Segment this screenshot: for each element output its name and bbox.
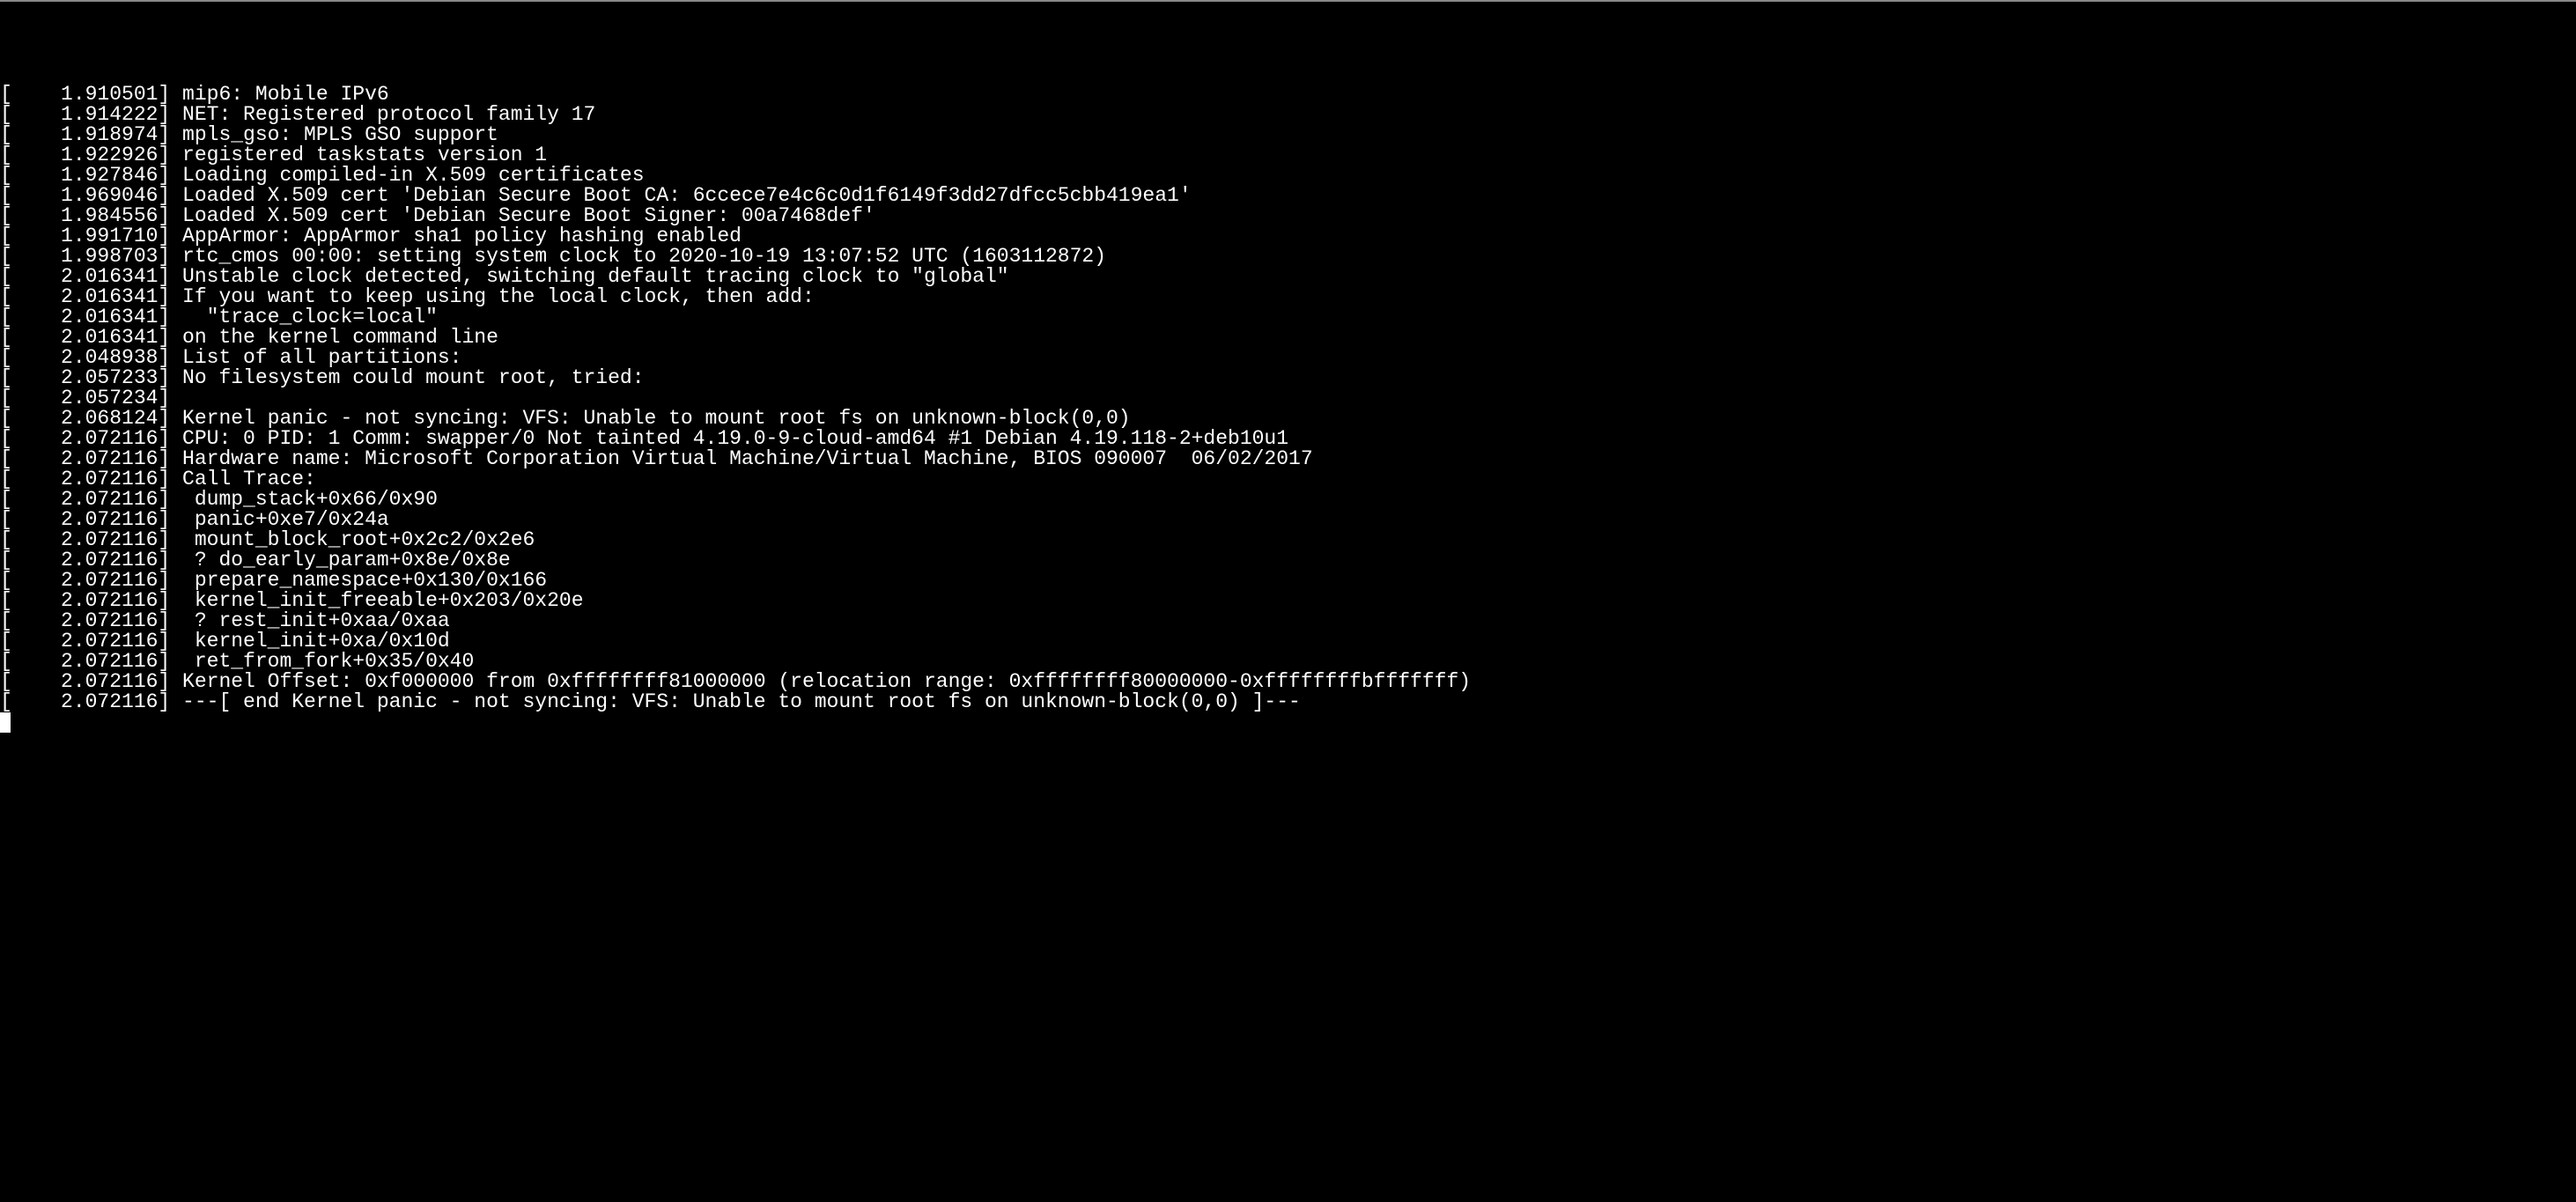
boot-console: [ 1.910501] mip6: Mobile IPv6[ 1.914222]… <box>0 83 2576 733</box>
dmesg-line: [ 2.072116] panic+0xe7/0x24a <box>0 510 2576 530</box>
dmesg-line: [ 2.072116] kernel_init_freeable+0x203/0… <box>0 591 2576 611</box>
dmesg-line: [ 1.914222] NET: Registered protocol fam… <box>0 105 2576 125</box>
dmesg-line: [ 2.072116] prepare_namespace+0x130/0x16… <box>0 571 2576 591</box>
dmesg-line: [ 2.072116] Hardware name: Microsoft Cor… <box>0 449 2576 469</box>
dmesg-line: [ 1.984556] Loaded X.509 cert 'Debian Se… <box>0 206 2576 226</box>
dmesg-line: [ 2.068124] Kernel panic - not syncing: … <box>0 409 2576 429</box>
dmesg-line: [ 1.969046] Loaded X.509 cert 'Debian Se… <box>0 186 2576 206</box>
dmesg-line: [ 1.918974] mpls_gso: MPLS GSO support <box>0 125 2576 145</box>
dmesg-line: [ 2.016341] If you want to keep using th… <box>0 287 2576 307</box>
cursor-line <box>0 712 2576 733</box>
dmesg-line: [ 2.072116] ? rest_init+0xaa/0xaa <box>0 611 2576 631</box>
dmesg-line: [ 2.016341] on the kernel command line <box>0 328 2576 348</box>
dmesg-line: [ 2.016341] "trace_clock=local" <box>0 307 2576 328</box>
dmesg-line: [ 2.072116] kernel_init+0xa/0x10d <box>0 631 2576 652</box>
dmesg-line: [ 2.057233] No filesystem could mount ro… <box>0 368 2576 388</box>
dmesg-line: [ 2.016341] Unstable clock detected, swi… <box>0 267 2576 287</box>
dmesg-line: [ 2.072116] Kernel Offset: 0xf000000 fro… <box>0 672 2576 692</box>
dmesg-line: [ 2.048938] List of all partitions: <box>0 348 2576 368</box>
dmesg-line: [ 1.910501] mip6: Mobile IPv6 <box>0 85 2576 105</box>
dmesg-line: [ 1.991710] AppArmor: AppArmor sha1 poli… <box>0 226 2576 247</box>
dmesg-line: [ 2.057234] <box>0 388 2576 409</box>
dmesg-line: [ 2.072116] Call Trace: <box>0 469 2576 490</box>
dmesg-line: [ 1.927846] Loading compiled-in X.509 ce… <box>0 166 2576 186</box>
dmesg-line: [ 2.072116] ---[ end Kernel panic - not … <box>0 692 2576 712</box>
dmesg-line: [ 2.072116] mount_block_root+0x2c2/0x2e6 <box>0 530 2576 550</box>
dmesg-line: [ 2.072116] CPU: 0 PID: 1 Comm: swapper/… <box>0 429 2576 449</box>
dmesg-line: [ 1.922926] registered taskstats version… <box>0 145 2576 166</box>
text-cursor <box>0 712 11 733</box>
dmesg-line: [ 2.072116] dump_stack+0x66/0x90 <box>0 490 2576 510</box>
dmesg-line: [ 2.072116] ret_from_fork+0x35/0x40 <box>0 652 2576 672</box>
dmesg-line: [ 2.072116] ? do_early_param+0x8e/0x8e <box>0 550 2576 571</box>
dmesg-line: [ 1.998703] rtc_cmos 00:00: setting syst… <box>0 247 2576 267</box>
